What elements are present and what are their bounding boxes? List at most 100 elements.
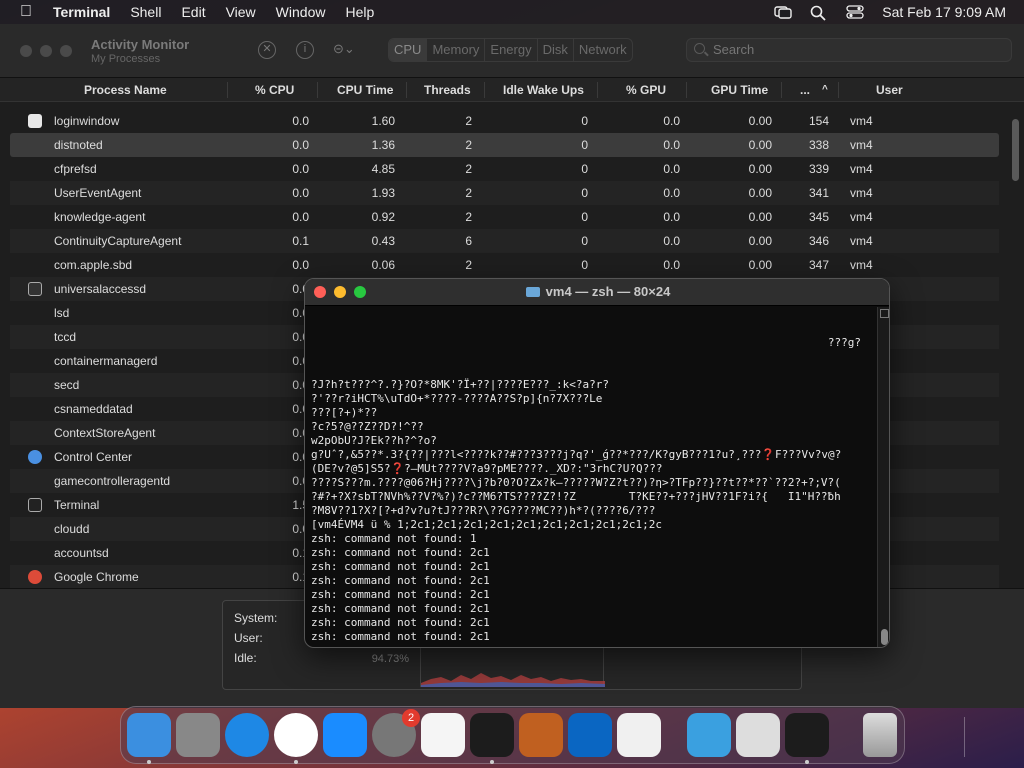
tab-disk[interactable]: Disk: [538, 39, 574, 61]
activity-monitor-icon[interactable]: [785, 713, 829, 757]
terminal-zoom-button[interactable]: [354, 286, 366, 298]
spotlight-search-icon[interactable]: [810, 5, 828, 21]
cpu-time-value: 1.93: [371, 186, 395, 200]
table-row[interactable]: ContinuityCaptureAgent 0.1 0.43 6 0 0.0 0.00 34…: [10, 229, 999, 253]
process-name: gamecontrolleragentd: [54, 474, 171, 488]
col-gpu[interactable]: % GPU: [626, 83, 666, 97]
idle-wake-ups-value: 0: [581, 162, 588, 176]
terminal-close-button[interactable]: [314, 286, 326, 298]
terminal-scroll-thumb[interactable]: [881, 629, 888, 645]
app-store-icon[interactable]: [323, 713, 367, 757]
menu-edit[interactable]: Edit: [181, 4, 205, 20]
search-icon: [694, 43, 705, 54]
stop-process-icon[interactable]: ✕: [258, 41, 276, 59]
chrome-icon[interactable]: [274, 713, 318, 757]
terminal-output[interactable]: ???g? ?J?h?t???^?.?}?O?*8MK'?Ï+??|????E?…: [311, 308, 875, 646]
table-row[interactable]: com.apple.sbd 0.0 0.06 2 0 0.0 0.00 347 vm4: [10, 253, 999, 277]
dock-separator: [964, 717, 965, 757]
process-name: distnoted: [54, 138, 103, 152]
tab-cpu[interactable]: CPU: [389, 39, 428, 61]
col-process-name[interactable]: Process Name: [84, 83, 167, 97]
gpu-time-value: 0.00: [748, 162, 772, 176]
process-name: containermanagerd: [54, 354, 158, 368]
terminal-title-bar[interactable]: vm4 — zsh — 80×24: [305, 279, 889, 306]
process-name: UserEventAgent: [54, 186, 142, 200]
idle-wake-ups-value: 0: [581, 138, 588, 152]
idle-wake-ups-value: 0: [581, 258, 588, 272]
col-gpu-time[interactable]: GPU Time: [711, 83, 768, 97]
apple-menu-icon[interactable]: : [17, 3, 35, 21]
finder-icon[interactable]: [127, 713, 171, 757]
screen-mirroring-icon[interactable]: [774, 5, 792, 19]
trash-icon[interactable]: [863, 713, 897, 757]
am-scrollbar[interactable]: [1012, 119, 1019, 181]
process-name: lsd: [54, 306, 70, 320]
col-cpu[interactable]: % CPU: [255, 83, 294, 97]
more-actions-icon[interactable]: ⊝⌄: [333, 41, 355, 59]
terminal-line: zsh: command not found: 2c1: [311, 602, 875, 616]
terminal-line: ???g?: [827, 336, 861, 349]
am-close-button[interactable]: [20, 45, 32, 57]
pid-value: 346: [808, 234, 829, 248]
safari-icon[interactable]: [225, 713, 269, 757]
gpu-value: 0.0: [663, 138, 680, 152]
launchpad-icon[interactable]: [176, 713, 220, 757]
notification-badge: 2: [402, 709, 420, 727]
system-label: System:: [234, 611, 278, 625]
textedit-icon[interactable]: [421, 713, 465, 757]
col-idle-wake-ups[interactable]: Idle Wake Ups: [503, 83, 584, 97]
control-center-icon[interactable]: [846, 5, 864, 19]
terminal-line: ???[?+)*??: [311, 406, 875, 420]
menu-app-name[interactable]: Terminal: [53, 4, 110, 20]
menu-help[interactable]: Help: [345, 4, 374, 20]
terminal-line: ?c?5?@??Z??D?!^??: [311, 420, 875, 434]
am-minimize-button[interactable]: [40, 45, 52, 57]
col-user[interactable]: User: [876, 83, 903, 97]
gpu-value: 0.0: [663, 162, 680, 176]
table-row[interactable]: knowledge-agent 0.0 0.92 2 0 0.0 0.00 345 vm4: [10, 205, 999, 229]
info-icon[interactable]: i: [296, 41, 314, 59]
tab-energy[interactable]: Energy: [485, 39, 538, 61]
tab-network[interactable]: Network: [574, 39, 632, 61]
col-threads[interactable]: Threads: [424, 83, 471, 97]
vscode-icon[interactable]: [568, 713, 612, 757]
gpu-time-value: 0.00: [748, 186, 772, 200]
terminal-minimize-button[interactable]: [334, 286, 346, 298]
table-row[interactable]: cfprefsd 0.0 4.85 2 0 0.0 0.00 339 vm4: [10, 157, 999, 181]
archive-utility-icon[interactable]: [736, 713, 780, 757]
table-row[interactable]: loginwindow 0.0 1.60 2 0 0.0 0.00 154 vm4: [10, 109, 999, 133]
terminal-line-text: zsh: command not found: 2c1: [311, 546, 490, 559]
cpu-time-value: 4.85: [371, 162, 395, 176]
menu-shell[interactable]: Shell: [130, 4, 161, 20]
sort-ascending-icon[interactable]: ^: [822, 84, 828, 95]
search-field[interactable]: [686, 38, 1012, 62]
garageband-icon[interactable]: [519, 713, 563, 757]
terminal-line-text: (DE?v?@5]S5?❓?—MUt????V?a9?pME????._XD?:…: [311, 462, 663, 475]
threads-value: 6: [465, 234, 472, 248]
menu-view[interactable]: View: [226, 4, 256, 20]
terminal-line-text: zsh: command not found: 2c1: [311, 588, 490, 601]
pid-value: 347: [808, 258, 829, 272]
scroll-up-icon[interactable]: [880, 309, 889, 318]
system-settings-icon[interactable]: 2: [372, 709, 420, 757]
user-value: vm4: [850, 258, 873, 272]
menu-window[interactable]: Window: [276, 4, 326, 20]
terminal-line: ?'??r?iHCT%\uTdO+*????-????A??S?p]{n?7X?…: [311, 392, 875, 406]
roblox-icon[interactable]: [617, 713, 661, 757]
table-row[interactable]: distnoted 0.0 1.36 2 0 0.0 0.00 338 vm4: [10, 133, 999, 157]
menu-clock[interactable]: Sat Feb 17 9:09 AM: [882, 4, 1006, 20]
terminal-line: zsh: command not found: 2c1: [311, 644, 875, 646]
tab-memory[interactable]: Memory: [427, 39, 486, 61]
terminal-icon[interactable]: [470, 713, 514, 757]
terminal-line-text: zsh: command not found: 2c1: [311, 644, 490, 646]
pid-value: 338: [808, 138, 829, 152]
col-cpu-time[interactable]: CPU Time: [337, 83, 393, 97]
terminal-scrollbar[interactable]: [877, 307, 889, 647]
terminal-window[interactable]: vm4 — zsh — 80×24 ???g? ?J?h?t???^?.?}?O…: [304, 278, 890, 648]
am-zoom-button[interactable]: [60, 45, 72, 57]
search-input[interactable]: [713, 42, 993, 57]
process-name: cloudd: [54, 522, 90, 536]
col-pid[interactable]: ...: [800, 83, 810, 97]
weather-icon[interactable]: [687, 713, 731, 757]
table-row[interactable]: UserEventAgent 0.0 1.93 2 0 0.0 0.00 341 vm4: [10, 181, 999, 205]
